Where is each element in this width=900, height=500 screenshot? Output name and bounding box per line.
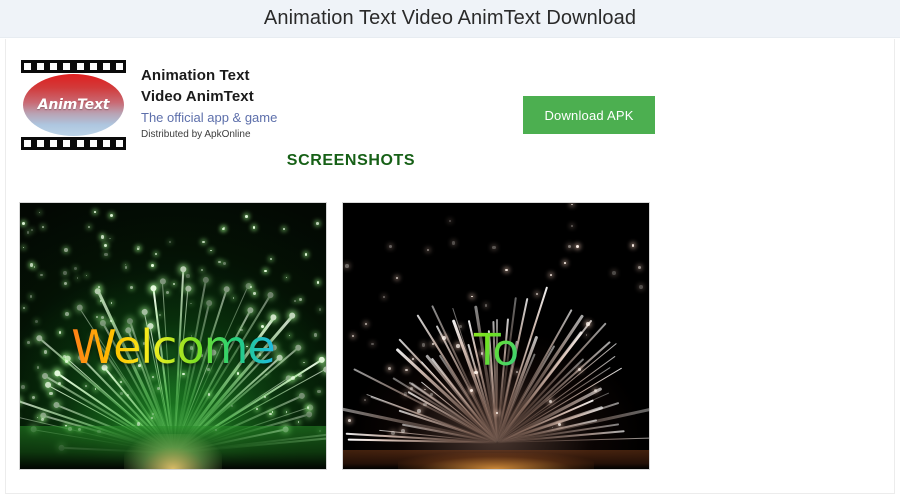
screenshot-caption-to: To [343,325,649,376]
content-card: AnimText Animation Text Video AnimText T… [5,39,895,494]
sprocket-hole-icon [37,63,45,70]
water-glow [398,453,594,469]
sprocket-hole-icon [50,140,58,147]
sprocket-hole-icon [89,140,97,147]
sprocket-hole-icon [50,63,58,70]
app-title-line2: Video AnimText [141,88,254,105]
app-title-line1: Animation Text [141,67,250,84]
app-text-block: Animation Text Video AnimText The offici… [141,65,421,141]
sprocket-hole-icon [63,140,71,147]
app-info-row: AnimText Animation Text Video AnimText T… [21,60,881,152]
app-icon-oval: AnimText [23,74,124,136]
sprocket-hole-icon [89,63,97,70]
sprocket-hole-icon [37,140,45,147]
sprocket-hole-icon [24,140,32,147]
sprocket-hole-icon [115,140,123,147]
water-glow [124,434,222,469]
sprocket-hole-icon [24,63,32,70]
sprocket-hole-icon [115,63,123,70]
page-title: Animation Text Video AnimText Download [263,7,637,29]
film-strip-animtext-icon: AnimText [21,60,126,150]
sprocket-hole-icon [76,63,84,70]
sprocket-hole-icon [102,63,110,70]
sprocket-hole-icon [76,140,84,147]
screenshot-thumbnail-2[interactable]: To [342,202,650,470]
app-subtitle: The official app & game [141,110,278,125]
download-apk-button[interactable]: Download APK [523,96,655,134]
sprocket-hole-icon [102,140,110,147]
sprocket-hole-icon [63,63,71,70]
screenshots-gallery: Welcome To [19,202,650,470]
screenshot-thumbnail-1[interactable]: Welcome [19,202,327,470]
film-strip-bottom [21,137,126,150]
film-strip-top [21,60,126,73]
app-icon-label: AnimText [37,97,110,113]
screenshot-caption-welcome: Welcome [20,320,326,374]
screenshots-heading: SCREENSHOTS [286,152,416,169]
app-distributor: Distributed by ApkOnline [141,129,251,140]
page-header: Animation Text Video AnimText Download [0,0,900,38]
